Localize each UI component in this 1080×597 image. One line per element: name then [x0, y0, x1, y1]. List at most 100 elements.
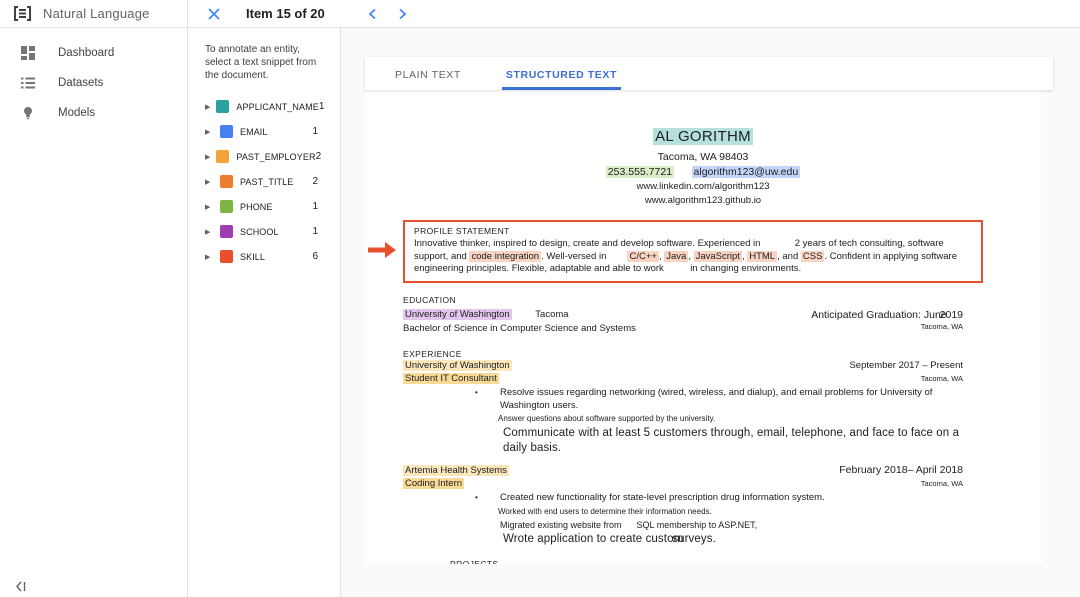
applicant-name-entity[interactable]: AL GORITHM: [653, 128, 753, 145]
entity-color-swatch: [220, 200, 233, 213]
experience-section: EXPERIENCE University of Washington Sept…: [403, 349, 963, 547]
address-line: Tacoma, WA 98403: [657, 151, 749, 163]
skill-entity[interactable]: Java: [664, 250, 689, 262]
linkedin-line: www.linkedin.com/algorithm123: [636, 181, 770, 192]
annotation-arrow-icon: [368, 242, 396, 258]
entity-row-skill[interactable]: ▶ SKILL 6: [205, 244, 330, 269]
entity-row-applicant-name[interactable]: ▶ APPLICANT_NAME 1: [205, 94, 330, 119]
entity-label: SCHOOL: [240, 226, 279, 237]
entity-color-swatch: [220, 250, 233, 263]
entity-label: PAST_TITLE: [240, 176, 294, 187]
next-item-icon[interactable]: [396, 8, 408, 20]
text: Tacoma: [511, 308, 569, 320]
section-heading: PROJECTS: [450, 558, 499, 565]
skill-entity[interactable]: JavaScript: [693, 250, 742, 262]
job-location: Tacoma, WA: [920, 373, 963, 383]
bullet-text: Answer questions about software supporte…: [498, 414, 716, 423]
entity-row-past-employer[interactable]: ▶ PAST_EMPLOYER 2: [205, 144, 330, 169]
bullet-text: Wrote application to create customsurvey…: [503, 532, 960, 547]
section-heading: EDUCATION: [403, 294, 457, 305]
section-heading: EXPERIENCE: [403, 349, 462, 359]
skill-entity[interactable]: HTML: [747, 250, 778, 262]
github-line: www.algorithm123.github.io: [644, 195, 762, 206]
text: 2019: [939, 308, 963, 321]
main-content: PLAIN TEXT STRUCTURED TEXT AL GORITHM Ta…: [341, 28, 1080, 597]
past-employer-entity[interactable]: University of Washington: [403, 360, 512, 371]
expand-triangle-icon[interactable]: ▶: [205, 228, 214, 236]
sidebar-item-dashboard[interactable]: Dashboard: [0, 38, 187, 68]
skill-entity[interactable]: CSS: [800, 250, 825, 262]
close-icon[interactable]: [207, 7, 221, 21]
expand-triangle-icon[interactable]: ▶: [205, 103, 210, 111]
profile-paragraph: Innovative thinker, inspired to design, …: [414, 238, 972, 276]
skill-entity[interactable]: C/C++: [627, 250, 659, 262]
item-navigation: [367, 8, 408, 20]
entity-count: 1: [312, 126, 318, 137]
entity-color-swatch: [220, 175, 233, 188]
collapse-sidebar-icon[interactable]: [15, 581, 28, 592]
email-entity[interactable]: algorithm123@uw.edu: [691, 166, 801, 178]
entity-list: ▶ APPLICANT_NAME 1 ▶ EMAIL 1 ▶ PAST_EMPL…: [205, 94, 330, 269]
past-title-entity[interactable]: Student IT Consultant: [403, 372, 499, 384]
entity-label: PAST_EMPLOYER: [236, 151, 316, 162]
item-counter: Item 15 of 20: [246, 6, 325, 21]
education-section: EDUCATION University of Washington Tacom…: [403, 295, 963, 336]
entity-row-email[interactable]: ▶ EMAIL 1: [205, 119, 330, 144]
text: , and: [777, 250, 801, 262]
list-icon: [21, 77, 35, 89]
entity-row-past-title[interactable]: ▶ PAST_TITLE 2: [205, 169, 330, 194]
sidebar-item-label: Dashboard: [58, 47, 115, 59]
previous-item-icon[interactable]: [367, 8, 379, 20]
job-dates: February 2018– April 2018: [839, 464, 963, 476]
expand-triangle-icon[interactable]: ▶: [205, 178, 214, 186]
degree-line: Bachelor of Science in Computer Science …: [403, 323, 636, 334]
bullet-icon: •: [475, 388, 478, 397]
text: ,: [688, 250, 694, 262]
item-toolbar: Item 15 of 20: [188, 0, 1080, 27]
entity-count: 1: [312, 201, 318, 212]
tab-plain-text[interactable]: PLAIN TEXT: [391, 69, 465, 90]
past-title-entity[interactable]: Coding Intern: [403, 477, 465, 489]
entity-label: APPLICANT_NAME: [236, 101, 319, 112]
expand-triangle-icon[interactable]: ▶: [205, 153, 210, 161]
app-title: Natural Language: [43, 6, 150, 21]
entity-color-swatch: [216, 100, 230, 113]
tab-bar: PLAIN TEXT STRUCTURED TEXT: [365, 57, 1053, 90]
profile-statement-box: PROFILE STATEMENT Innovative thinker, in…: [403, 220, 983, 283]
annotation-panel: To annotate an entity, select a text sni…: [188, 28, 341, 597]
entity-row-phone[interactable]: ▶ PHONE 1: [205, 194, 330, 219]
past-employer-entity[interactable]: Artemia Health Systems: [403, 465, 509, 476]
sidebar-item-label: Datasets: [58, 77, 104, 89]
entity-count: 2: [312, 176, 318, 187]
tab-structured-text[interactable]: STRUCTURED TEXT: [501, 69, 622, 90]
job-dates: September 2017 – Present: [849, 360, 963, 371]
bullet-text: Created new functionality for state-leve…: [500, 492, 825, 503]
lightbulb-icon: [24, 107, 32, 120]
left-nav: Dashboard Datasets Models: [0, 28, 188, 597]
entity-color-swatch: [220, 125, 233, 138]
section-heading: PROFILE STATEMENT: [414, 226, 510, 236]
bullet-icon: •: [475, 493, 478, 502]
sidebar-item-datasets[interactable]: Datasets: [0, 68, 187, 98]
top-bar: Natural Language Item 15 of 20: [0, 0, 1080, 28]
expand-triangle-icon[interactable]: ▶: [205, 203, 214, 211]
school-entity[interactable]: University of Washington: [403, 308, 512, 320]
bullet-text: Worked with end users to determine their…: [498, 506, 712, 516]
text: surveys.: [672, 532, 716, 545]
expand-triangle-icon[interactable]: ▶: [205, 128, 214, 136]
projects-section: PROJECTS Vintage Foundation – A consulti…: [450, 559, 963, 565]
location-line: Tacoma, WA: [920, 321, 963, 331]
entity-count: 6: [312, 251, 318, 262]
natural-language-logo-icon: [14, 6, 31, 21]
sidebar-item-models[interactable]: Models: [0, 98, 187, 128]
text: . Well-versed in: [541, 250, 628, 262]
bullet-text: Communicate with at least 5 customers th…: [503, 427, 960, 454]
entity-label: SKILL: [240, 251, 266, 262]
skill-entity[interactable]: code integration: [469, 250, 542, 262]
phone-entity[interactable]: 253.555.7721: [605, 166, 675, 178]
entity-row-school[interactable]: ▶ SCHOOL 1: [205, 219, 330, 244]
document-view: AL GORITHM Tacoma, WA 98403 253.555.7721…: [365, 90, 1041, 564]
expand-triangle-icon[interactable]: ▶: [205, 253, 214, 261]
bullet-text: Resolve issues regarding networking (wir…: [500, 387, 933, 411]
